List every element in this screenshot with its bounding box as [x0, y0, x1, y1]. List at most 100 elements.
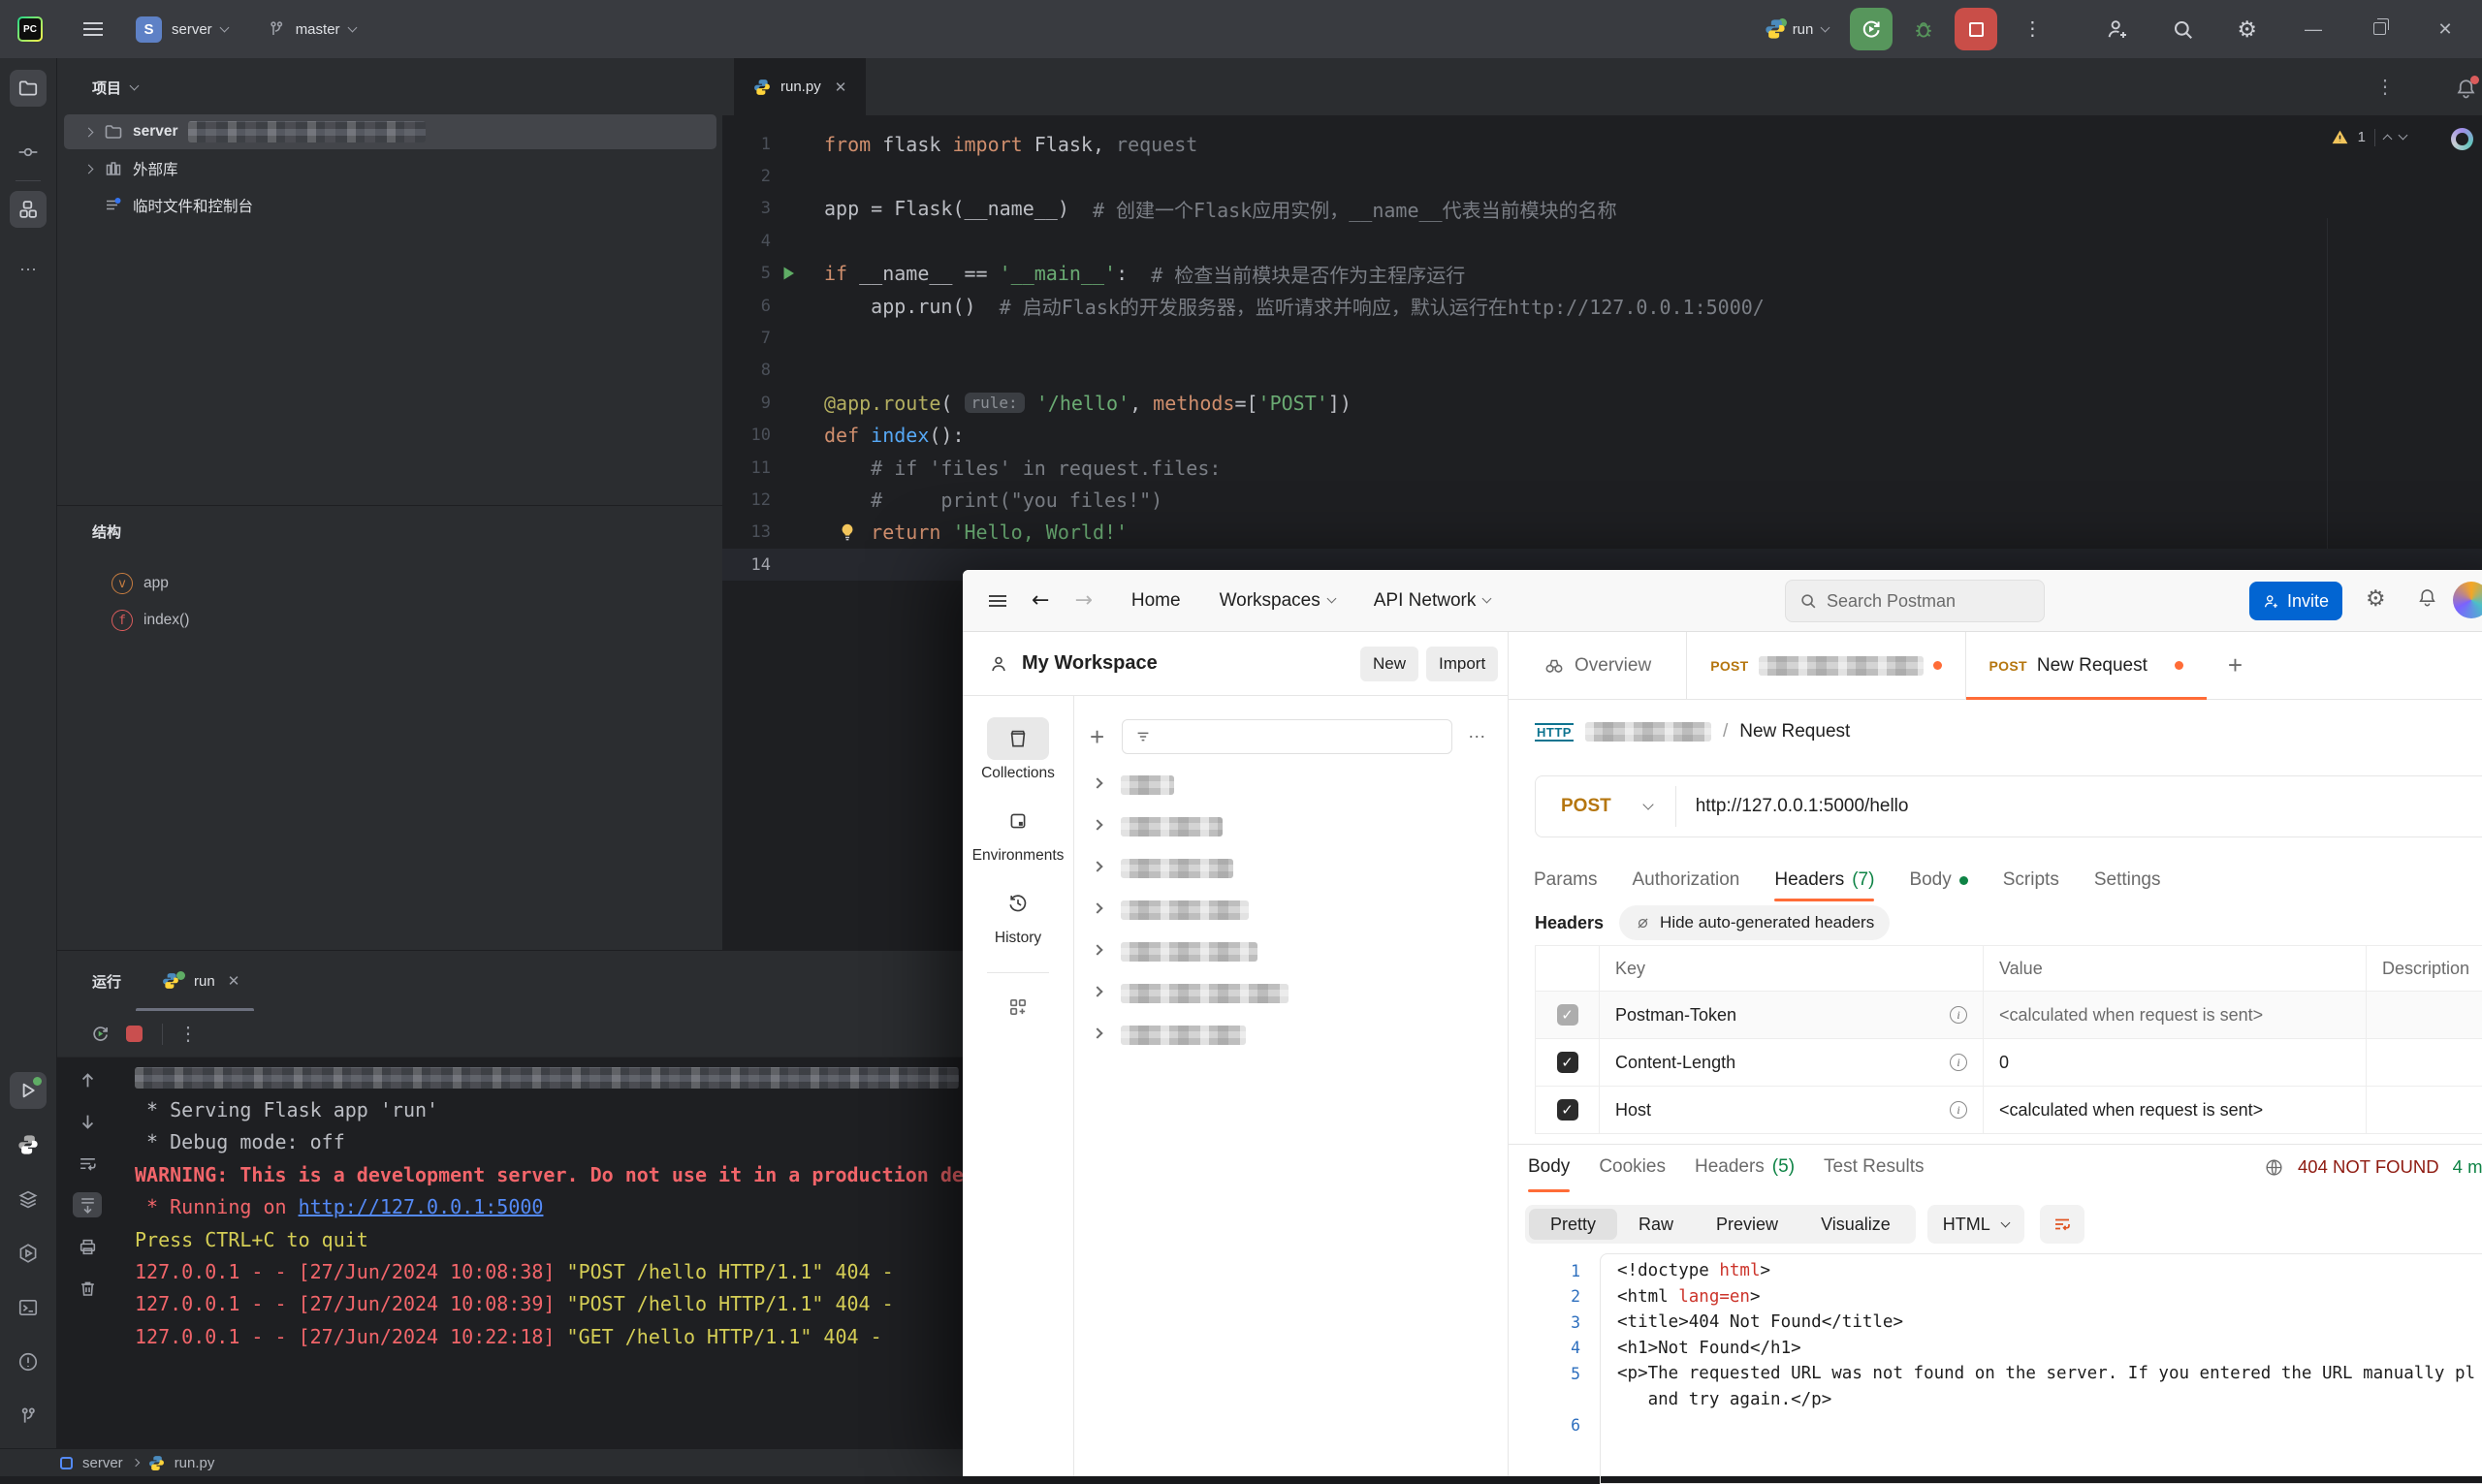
notifications-bell[interactable] [2455, 78, 2477, 100]
up-stack-trace-button[interactable] [73, 1067, 102, 1092]
response-tab-body[interactable]: Body [1528, 1144, 1570, 1190]
import-button[interactable]: Import [1426, 647, 1498, 681]
collection-item[interactable] [1074, 764, 1508, 805]
rerun-button[interactable] [90, 1024, 111, 1044]
header-checkbox[interactable]: ✓ [1557, 1099, 1578, 1121]
method-selector[interactable]: POST [1561, 796, 1611, 817]
inspection-widget[interactable]: 1 [2331, 128, 2406, 146]
code-line[interactable]: 8 [722, 355, 2482, 387]
structure-tool-button[interactable] [10, 191, 47, 228]
view-preview[interactable]: Preview [1695, 1209, 1799, 1240]
ai-assistant-button[interactable] [2451, 128, 2473, 150]
forward-button[interactable]: → [1074, 588, 1092, 613]
project-avatar[interactable]: S [136, 16, 162, 43]
code-line[interactable]: 10def index(): [722, 420, 2482, 452]
chevron-right-icon[interactable] [1092, 902, 1102, 913]
close-button[interactable]: ✕ [2432, 19, 2459, 40]
chevron-right-icon[interactable] [1092, 777, 1102, 788]
user-avatar[interactable] [2453, 582, 2482, 618]
close-tab-icon[interactable]: ✕ [228, 972, 240, 990]
code-line[interactable]: 2 [722, 160, 2482, 192]
breadcrumb-module[interactable]: server [82, 1455, 123, 1471]
header-key[interactable]: Host [1615, 1100, 1651, 1121]
soft-wrap-button[interactable] [73, 1151, 102, 1176]
header-value[interactable]: <calculated when request is sent> [1984, 1087, 2367, 1133]
rail-item-collections[interactable]: Collections [981, 717, 1055, 782]
tree-item-server[interactable]: server [57, 113, 722, 150]
breadcrumb-file[interactable]: run.py [175, 1455, 215, 1471]
header-description[interactable] [2367, 1087, 2482, 1133]
tree-item-external-libraries[interactable]: 外部库 [57, 150, 722, 187]
url-input[interactable]: http://127.0.0.1:5000/hello [1696, 796, 1909, 817]
collection-item[interactable] [1074, 931, 1508, 972]
structure-item-app[interactable]: v app [57, 565, 722, 602]
run-tool-button[interactable] [10, 1072, 47, 1109]
run-anything-button[interactable] [10, 1235, 47, 1272]
table-row[interactable]: ✓Postman-Tokeni<calculated when request … [1535, 992, 2482, 1039]
chevron-right-icon[interactable] [1092, 819, 1102, 830]
response-tab-test-results[interactable]: Test Results [1824, 1144, 1924, 1190]
collection-item[interactable] [1074, 805, 1508, 847]
request-tab-settings[interactable]: Settings [2094, 861, 2161, 900]
sidebar-toggle-icon[interactable] [989, 595, 1006, 607]
more-options-icon[interactable]: ⋯ [1468, 727, 1487, 747]
lightbulb-icon[interactable] [837, 521, 858, 543]
close-tab-icon[interactable]: ✕ [835, 79, 847, 96]
header-key[interactable]: Postman-Token [1615, 1005, 1736, 1026]
new-button[interactable]: New [1360, 647, 1418, 681]
run-tab[interactable]: run ✕ [162, 972, 239, 990]
add-user-icon[interactable] [2106, 17, 2129, 41]
code-line[interactable]: 11 # if 'files' in request.files: [722, 452, 2482, 484]
collection-item[interactable] [1074, 1014, 1508, 1056]
stop-button[interactable] [126, 1026, 143, 1042]
code-line[interactable]: 12 # print("you files!") [722, 484, 2482, 516]
settings-gear-icon[interactable]: ⚙ [2366, 585, 2386, 612]
debug-button[interactable] [1912, 17, 1935, 41]
collection-item[interactable] [1074, 847, 1508, 889]
view-pretty[interactable]: Pretty [1529, 1209, 1617, 1240]
chevron-right-icon[interactable] [1092, 1027, 1102, 1038]
chevron-right-icon[interactable] [1092, 861, 1102, 871]
add-collection-button[interactable]: + [1090, 722, 1104, 752]
code-line[interactable]: 7 [722, 322, 2482, 354]
request-tab-headers[interactable]: Headers(7) [1774, 861, 1874, 900]
commit-tool-button[interactable] [10, 134, 47, 171]
chevron-right-icon[interactable] [1092, 944, 1102, 955]
response-status[interactable]: 404 NOT FOUND [2298, 1156, 2439, 1178]
table-row[interactable]: ✓Content-Lengthi0 [1535, 1039, 2482, 1087]
tree-item-scratches[interactable]: 临时文件和控制台 [57, 187, 722, 224]
minimize-button[interactable]: — [2300, 19, 2327, 40]
chevron-right-icon[interactable] [84, 164, 94, 174]
stop-button[interactable] [1955, 8, 1997, 50]
print-button[interactable] [73, 1234, 102, 1259]
nav-api-network[interactable]: API Network [1374, 590, 1491, 612]
header-value[interactable]: 0 [1984, 1039, 2367, 1086]
run-line-icon[interactable] [779, 264, 798, 283]
search-icon[interactable] [2172, 18, 2194, 41]
nav-home[interactable]: Home [1131, 590, 1181, 612]
run-config-selector[interactable]: run [1793, 21, 1814, 38]
view-visualize[interactable]: Visualize [1799, 1209, 1912, 1240]
more-actions-icon[interactable]: ⋮ [2022, 19, 2042, 39]
terminal-button[interactable] [10, 1289, 47, 1326]
request-tab-redacted[interactable]: POST [1686, 632, 1964, 699]
request-tab-params[interactable]: Params [1534, 861, 1597, 900]
prev-issue-icon[interactable] [2383, 135, 2393, 144]
code-line[interactable]: 6 app.run() # 启动Flask的开发服务器，监听请求并响应，默认运行… [722, 290, 2482, 322]
rerun-button[interactable] [1850, 8, 1893, 50]
code-line[interactable]: 5if __name__ == '__main__': # 检查当前模块是否作为… [722, 258, 2482, 290]
settings-gear-icon[interactable]: ⚙ [2237, 16, 2257, 43]
header-description[interactable] [2367, 992, 2482, 1038]
more-options-icon[interactable]: ⋮ [178, 1025, 198, 1044]
hide-auto-headers-button[interactable]: Hide auto-generated headers [1619, 905, 1890, 940]
code-line[interactable]: 3app = Flask(__name__) # 创建一个Flask应用实例，_… [722, 193, 2482, 225]
request-tab-authorization[interactable]: Authorization [1632, 861, 1739, 900]
header-value[interactable]: <calculated when request is sent> [1984, 992, 2367, 1038]
project-widget[interactable]: server [172, 21, 212, 38]
project-tool-button[interactable] [10, 70, 47, 107]
info-icon[interactable]: i [1950, 1054, 1967, 1071]
back-button[interactable]: ← [1032, 588, 1049, 613]
python-console-button[interactable] [10, 1126, 47, 1163]
search-postman-input[interactable]: Search Postman [1785, 580, 2045, 622]
code-line[interactable]: 13 return 'Hello, World!' [722, 517, 2482, 549]
